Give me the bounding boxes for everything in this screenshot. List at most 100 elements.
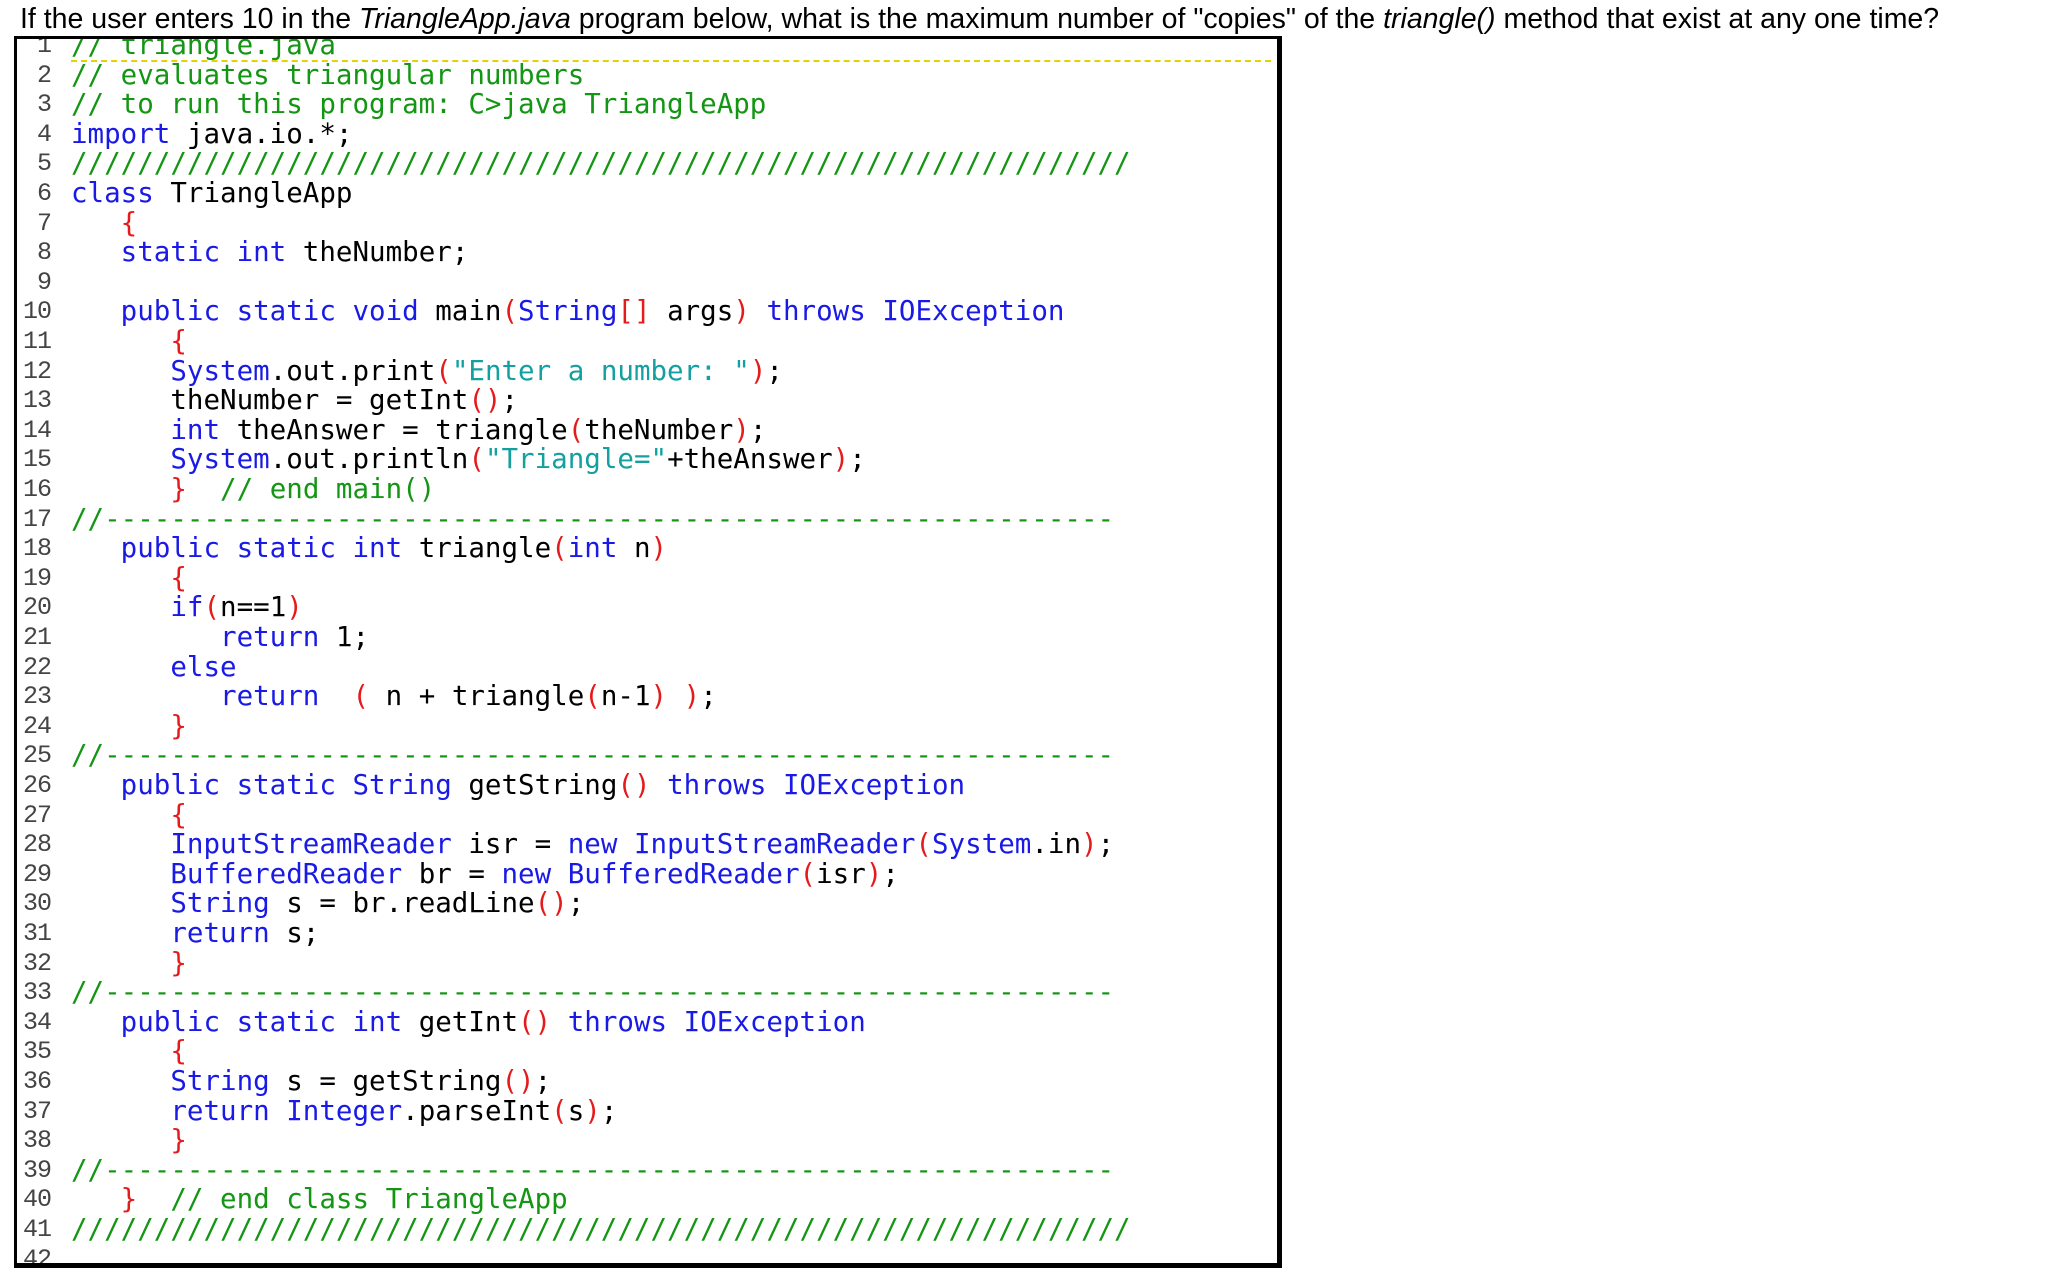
code-token: Integer xyxy=(286,1094,403,1127)
code-line: String s = getString(); xyxy=(71,1066,551,1097)
line-number: 27 xyxy=(22,800,52,830)
code-token: s = br.readLine xyxy=(269,887,535,920)
line-number: 7 xyxy=(36,208,52,238)
code-token: static int xyxy=(120,236,287,269)
code-token: theNumber; xyxy=(286,236,469,269)
code-token: int xyxy=(567,532,618,565)
code-token: { xyxy=(170,798,187,831)
code-token: ( xyxy=(915,828,932,861)
code-line: ////////////////////////////////////////… xyxy=(71,1213,1131,1245)
code-token: n xyxy=(617,532,651,565)
code-token: .out.println xyxy=(269,443,469,476)
line-number: 42 xyxy=(22,1244,52,1268)
line-number: 34 xyxy=(22,1007,52,1037)
line-number: 23 xyxy=(22,682,52,712)
code-area: // triangle.java// evaluates triangular … xyxy=(71,39,1271,1263)
line-number-gutter: 1 2 3 4 5 6 7 8 9 10 11 12 13 14 15 16 17 18 19 20 21 22 23 24 2… xyxy=(17,39,63,1268)
line-number: 33 xyxy=(22,978,52,1008)
code-token: // to run this program: C>java TriangleA… xyxy=(71,88,767,121)
code-line: { xyxy=(71,562,187,594)
code-token: ( xyxy=(501,295,519,328)
line-number: 38 xyxy=(22,1126,52,1156)
code-token: ; xyxy=(882,857,899,890)
code-line: // triangle.java xyxy=(71,39,336,61)
code-token: ) xyxy=(1081,828,1098,861)
code-token: ) xyxy=(650,680,668,713)
line-number: 12 xyxy=(22,356,52,386)
line-number: 26 xyxy=(22,771,52,800)
code-token: System xyxy=(170,443,270,476)
question-filename: TriangleApp.java xyxy=(359,3,571,35)
code-token: ( xyxy=(468,443,485,476)
code-token: br = xyxy=(402,857,502,890)
code-line: class TriangleApp xyxy=(71,178,352,209)
code-token: .parseInt xyxy=(402,1094,552,1127)
code-line: import java.io.*; xyxy=(71,117,352,150)
code-line: return ( n + triangle(n-1) ); xyxy=(71,680,717,713)
question-part-3: method that exist at any one time? xyxy=(1495,3,1940,35)
line-number: 18 xyxy=(22,534,52,564)
line-number: 36 xyxy=(22,1067,52,1096)
code-token: ////////////////////////////////////////… xyxy=(71,1213,1131,1245)
code-token: ) xyxy=(584,1094,601,1127)
code-token: } xyxy=(170,946,187,979)
code-token: theNumber = getInt xyxy=(71,384,469,417)
code-line: } xyxy=(71,1124,187,1156)
code-token: InputStreamReader xyxy=(633,828,916,861)
code-token: // evaluates triangular numbers xyxy=(71,58,585,91)
code-token: ( xyxy=(203,591,221,624)
line-number: 13 xyxy=(22,386,52,416)
line-number: 37 xyxy=(22,1096,52,1126)
code-token: ; xyxy=(567,887,585,920)
line-number: 2 xyxy=(36,60,52,90)
line-number: 32 xyxy=(22,948,52,978)
code-token: import xyxy=(71,117,171,150)
code-token: String xyxy=(518,295,618,328)
code-line: } xyxy=(71,709,187,742)
code-token: if xyxy=(170,591,204,624)
code-token: getString xyxy=(451,769,618,801)
code-token: ; xyxy=(1097,828,1115,861)
code-token: return xyxy=(220,680,320,713)
line-number: 4 xyxy=(36,119,52,149)
code-token: //--------------------------------------… xyxy=(71,1153,1115,1186)
line-number: 22 xyxy=(22,652,52,682)
line-number: 41 xyxy=(22,1215,52,1244)
code-token: } xyxy=(170,709,187,742)
code-line: return 1; xyxy=(71,621,369,653)
code-token: return xyxy=(170,1094,270,1127)
line-number: 11 xyxy=(22,327,52,356)
code-token: } xyxy=(120,1183,138,1216)
code-line: static int theNumber; xyxy=(71,236,469,269)
code-token: InputStreamReader xyxy=(170,828,452,861)
line-number: 30 xyxy=(22,889,52,919)
line-number: 8 xyxy=(36,238,52,268)
question-part-2: program below, what is the maximum numbe… xyxy=(570,3,1384,35)
code-token: ( xyxy=(352,680,370,713)
code-token: // end class TriangleApp xyxy=(170,1183,568,1216)
code-token: .out.print xyxy=(269,354,436,387)
line-number: 40 xyxy=(22,1185,52,1215)
code-token: () xyxy=(534,887,568,920)
